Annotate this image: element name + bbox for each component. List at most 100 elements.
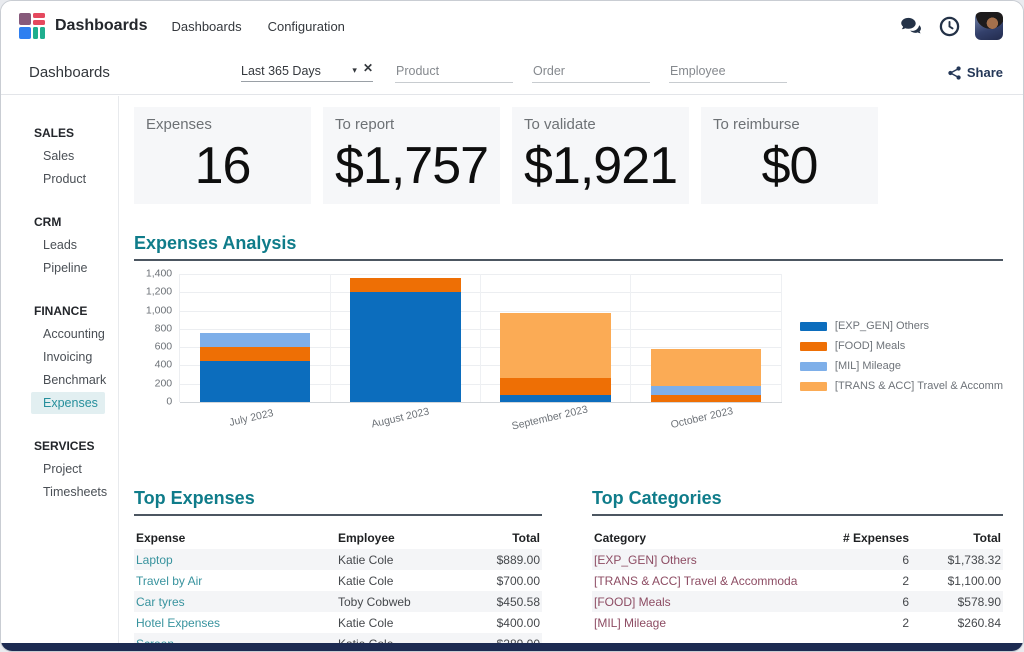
menu-item-configuration[interactable]: Configuration (268, 19, 345, 34)
kpi-card-to-reimburse[interactable]: To reimburse $0 (701, 107, 878, 204)
chart-plot-column: July 2023 August 2023 September 2023 Octobe… (179, 274, 782, 444)
bar-segment-mil-mileage[interactable] (199, 333, 311, 348)
bar-segment-food-meals[interactable] (650, 395, 762, 402)
employee-cell: Katie Cole (338, 552, 394, 567)
expense-cell: Screen (134, 633, 336, 644)
expense-cell-link[interactable]: Car tyres (136, 595, 185, 609)
kpi-card-to-report[interactable]: To report $1,757 (323, 107, 500, 204)
sidebar-section-finance: FINANCE Accounting Invoicing Benchmark Expen… (1, 300, 118, 414)
expense-count-cell: 6 (902, 552, 909, 567)
bar-segment-trans-acc-travel-accomm[interactable] (650, 348, 762, 387)
expense-cell-link[interactable]: Hotel Expenses (136, 616, 220, 630)
dashboard-sidebar: SALES Sales Product CRM Leads Pipeline FINANCE… (1, 96, 119, 643)
bar-segment-food-meals[interactable] (500, 377, 612, 395)
expenses-analysis-chart: 1,400 1,200 1,000 800 600 400 200 0 July 2023 Au… (134, 267, 1003, 444)
bar-segment-trans-acc-travel-accomm[interactable] (500, 312, 612, 378)
main-content: Expenses 16 To report $1,757 To validate $1,9… (119, 96, 1023, 643)
category-cell-link[interactable]: [MIL] Mileage (594, 616, 666, 630)
breadcrumb[interactable]: Dashboards (29, 64, 241, 81)
sidebar-item-pipeline[interactable]: Pipeline (31, 257, 105, 279)
kpi-value: $0 (761, 137, 819, 195)
sidebar-item-timesheets[interactable]: Timesheets (31, 481, 107, 503)
bar-segment-food-meals[interactable] (350, 277, 461, 292)
expense-cell-link[interactable]: Travel by Air (136, 574, 202, 588)
clear-filter-icon[interactable]: ✕ (363, 61, 373, 75)
x-label-slot: September 2023 (481, 402, 632, 444)
employee-filter-input[interactable] (669, 62, 787, 83)
app-title[interactable]: Dashboards (55, 17, 147, 35)
x-tick-label: September 2023 (510, 403, 589, 433)
table-row: [FOOD] Meals 6 $578.90 (592, 591, 1003, 612)
sidebar-item-accounting[interactable]: Accounting (31, 323, 105, 345)
bar-segment-food-meals[interactable] (199, 347, 311, 361)
kpi-label: To validate (524, 116, 596, 133)
y-tick-label: 800 (154, 322, 173, 335)
expense-cell: Car tyres (134, 591, 336, 612)
table-row: Car tyres Toby Cobweb $450.58 (134, 591, 542, 612)
legend-swatch (799, 381, 827, 391)
chart-legend: [EXP_GEN] Others [FOOD] Meals [MIL] Mileag… (799, 320, 1003, 444)
kpi-value: $1,757 (335, 137, 489, 195)
order-filter-input[interactable] (532, 62, 650, 83)
table-row: Laptop Katie Cole $889.00 (134, 549, 542, 570)
sidebar-item-sales[interactable]: Sales (31, 145, 105, 167)
category-cell-link[interactable]: [EXP_GEN] Others (594, 553, 697, 567)
stacked-bar-october-2023[interactable] (650, 274, 762, 402)
sidebar-item-leads[interactable]: Leads (31, 234, 105, 256)
app-window: Dashboards Dashboards Configuration Dashb… (0, 0, 1024, 652)
y-tick-label: 1,000 (145, 303, 173, 316)
stacked-bar-september-2023[interactable] (500, 274, 612, 402)
messages-icon[interactable] (899, 14, 923, 38)
sidebar-item-product[interactable]: Product (31, 168, 105, 190)
bar-segment-exp-gen-others[interactable] (350, 291, 461, 402)
sidebar-item-benchmark[interactable]: Benchmark (31, 369, 106, 391)
legend-item-food-meals[interactable]: [FOOD] Meals (799, 340, 1003, 352)
user-avatar[interactable] (975, 12, 1003, 40)
share-button[interactable]: Share (948, 65, 1003, 80)
category-cell-link[interactable]: [TRANS & ACC] Travel & Accommoda (594, 574, 797, 588)
chart-slot-august-2023 (331, 274, 482, 402)
category-cell-link[interactable]: [FOOD] Meals (594, 595, 671, 609)
expense-cell: Hotel Expenses (134, 612, 336, 633)
bar-segment-mil-mileage[interactable] (650, 386, 762, 396)
top-expenses-table: Expense Employee Total Laptop Katie Cole $889… (134, 527, 542, 643)
sidebar-item-expenses[interactable]: Expenses (31, 392, 105, 414)
kpi-value: 16 (194, 137, 252, 195)
stacked-bar-august-2023[interactable] (350, 274, 461, 402)
category-cell: [TRANS & ACC] Travel & Accommoda (592, 570, 801, 591)
bar-segment-exp-gen-others[interactable] (199, 360, 311, 402)
bar-segment-exp-gen-others[interactable] (500, 394, 612, 402)
legend-label: [FOOD] Meals (834, 340, 906, 352)
expense-cell-link[interactable]: Laptop (136, 553, 173, 567)
legend-item-exp-gen-others[interactable]: [EXP_GEN] Others (799, 320, 1003, 332)
column-header-expenses: # Expenses (842, 531, 909, 545)
sidebar-item-project[interactable]: Project (31, 458, 105, 480)
navbar-right (899, 12, 1003, 40)
sidebar-section-title: SALES (34, 126, 75, 140)
column-header-employee: Employee (338, 531, 395, 545)
date-filter-value[interactable]: Last 365 Days (241, 64, 352, 78)
activities-clock-icon[interactable] (937, 14, 961, 38)
chart-section-title: Expenses Analysis (134, 233, 1003, 261)
sidebar-section-title: SERVICES (34, 439, 95, 453)
sidebar-section-crm: CRM Leads Pipeline (1, 211, 118, 279)
total-cell: $289.00 (450, 633, 542, 644)
control-bar: Dashboards Last 365 Days ▾ ✕ Share (1, 51, 1023, 95)
expense-count-cell: 2 (902, 615, 909, 630)
legend-label: [TRANS & ACC] Travel & Accomm (834, 380, 1003, 392)
sidebar-item-invoicing[interactable]: Invoicing (31, 346, 105, 368)
stacked-bar-july-2023[interactable] (199, 274, 311, 402)
product-filter-input[interactable] (395, 62, 513, 83)
kpi-card-to-validate[interactable]: To validate $1,921 (512, 107, 689, 204)
date-filter[interactable]: Last 365 Days ▾ ✕ (241, 61, 373, 82)
apps-grid-icon[interactable] (19, 13, 45, 39)
chevron-down-icon[interactable]: ▾ (352, 65, 357, 76)
chart-y-axis: 1,400 1,200 1,000 800 600 400 200 0 (134, 267, 179, 407)
kpi-card-expenses[interactable]: Expenses 16 (134, 107, 311, 204)
menu-item-dashboards[interactable]: Dashboards (171, 19, 241, 34)
legend-item-trans-acc-travel-accomm[interactable]: [TRANS & ACC] Travel & Accomm (799, 380, 1003, 392)
legend-item-mil-mileage[interactable]: [MIL] Mileage (799, 360, 1003, 372)
employee-cell: Katie Cole (338, 615, 394, 630)
chart-plot-area (179, 274, 782, 403)
kpi-label: To reimburse (713, 116, 800, 133)
